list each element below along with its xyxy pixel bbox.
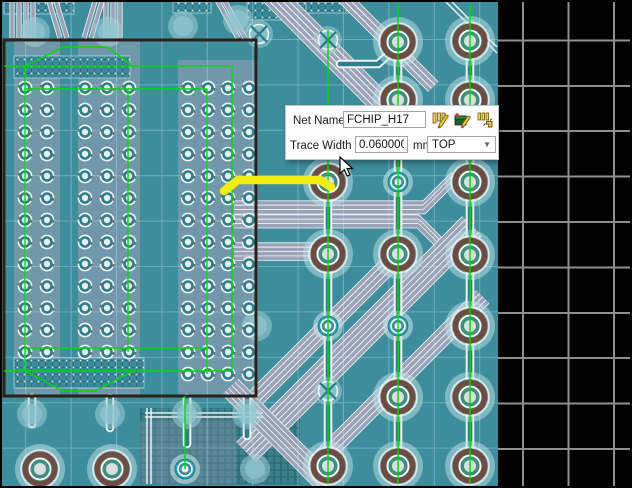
trace-width-label: Trace Width <box>290 140 352 152</box>
net-name-label: Net Name <box>293 115 345 127</box>
offboard-grid-area[interactable] <box>498 2 630 486</box>
chevron-down-icon: ▼ <box>483 139 491 149</box>
edit-via-icon[interactable] <box>454 112 472 129</box>
pcb-editor-window: Net Name FCHIP_H17 Trace Width 0.060000 … <box>0 0 632 488</box>
edit-trace-width-icon[interactable] <box>432 112 450 129</box>
layer-select[interactable]: TOP ▼ <box>427 136 496 153</box>
trace-width-input[interactable] <box>355 136 408 153</box>
layer-select-value: TOP <box>432 138 456 151</box>
move-trace-icon[interactable] <box>476 112 494 129</box>
trace-properties-popup: Net Name FCHIP_H17 Trace Width 0.060000 … <box>285 105 499 160</box>
net-name-input[interactable] <box>343 111 426 128</box>
